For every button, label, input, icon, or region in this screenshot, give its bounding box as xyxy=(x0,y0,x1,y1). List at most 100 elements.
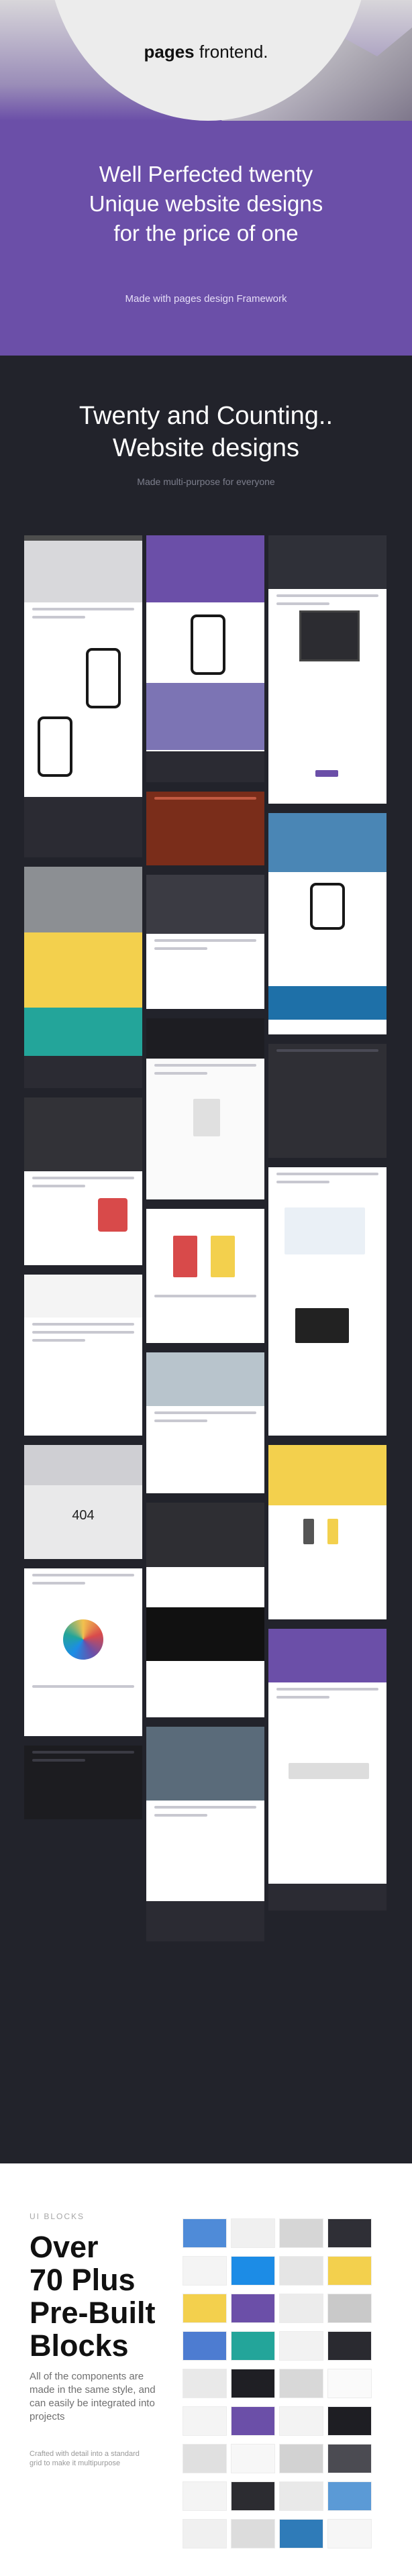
card-feature-band xyxy=(24,1008,142,1056)
card-footer xyxy=(24,1056,142,1088)
block-tile[interactable] xyxy=(279,2256,323,2286)
template-card[interactable] xyxy=(146,1503,264,1717)
hero-heading: Well Perfected twenty Unique website des… xyxy=(40,160,372,248)
block-tile[interactable] xyxy=(327,2369,372,2398)
template-card[interactable] xyxy=(24,867,142,1088)
block-tile[interactable] xyxy=(231,2444,275,2473)
block-tile[interactable] xyxy=(183,2218,227,2248)
blocks-title-line: Over xyxy=(30,2230,99,2264)
block-tile[interactable] xyxy=(231,2369,275,2398)
block-tile[interactable] xyxy=(327,2218,372,2248)
card-hero-image xyxy=(24,867,142,932)
brand-logo[interactable]: pages frontend. xyxy=(0,42,412,62)
block-tile[interactable] xyxy=(279,2331,323,2361)
card-hero-image xyxy=(24,1275,142,1318)
logo-sub: frontend. xyxy=(199,42,268,62)
block-tile[interactable] xyxy=(231,2481,275,2511)
template-card[interactable] xyxy=(146,1018,264,1199)
template-card[interactable] xyxy=(146,535,264,782)
template-card[interactable] xyxy=(24,535,142,857)
block-tile[interactable] xyxy=(183,2256,227,2286)
template-card[interactable] xyxy=(146,1209,264,1343)
card-product-image xyxy=(98,1198,127,1232)
glasses-image xyxy=(289,1763,369,1779)
block-tile[interactable] xyxy=(279,2444,323,2473)
template-card[interactable] xyxy=(146,875,264,1009)
laptop-mockup xyxy=(299,610,360,661)
block-tile[interactable] xyxy=(231,2218,275,2248)
card-footer xyxy=(24,797,142,857)
template-card[interactable] xyxy=(268,535,387,804)
block-tile[interactable] xyxy=(183,2369,227,2398)
template-card[interactable] xyxy=(268,1167,387,1436)
block-tile[interactable] xyxy=(279,2369,323,2398)
block-tile[interactable] xyxy=(183,2519,227,2548)
hero-heading-line: Well Perfected twenty xyxy=(99,162,313,186)
showcase-title-line: Twenty and Counting.. xyxy=(79,402,333,430)
card-hero-image xyxy=(146,1018,264,1059)
block-tile[interactable] xyxy=(327,2406,372,2436)
book-cover xyxy=(173,1236,197,1277)
card-nav xyxy=(24,535,142,541)
template-card[interactable] xyxy=(268,1445,387,1619)
showcase-subtitle: Made multi-purpose for everyone xyxy=(137,476,275,487)
template-card[interactable] xyxy=(146,792,264,865)
card-feature-band xyxy=(146,683,264,750)
template-card[interactable] xyxy=(24,1746,142,1819)
book-cover xyxy=(211,1236,235,1277)
template-column-left: 404 xyxy=(24,535,142,1829)
block-tile[interactable] xyxy=(327,2331,372,2361)
card-hero-image xyxy=(268,1445,387,1505)
block-tile[interactable] xyxy=(327,2444,372,2473)
template-card[interactable] xyxy=(24,1568,142,1736)
block-tile[interactable] xyxy=(279,2406,323,2436)
block-tile[interactable] xyxy=(327,2256,372,2286)
hero-banner: pages frontend. Well Perfected twenty Un… xyxy=(0,0,412,356)
block-tile[interactable] xyxy=(327,2294,372,2323)
card-footer xyxy=(24,1389,142,1436)
cta-button xyxy=(315,770,338,777)
template-card[interactable]: 404 xyxy=(24,1445,142,1559)
block-tile[interactable] xyxy=(183,2294,227,2323)
card-hero-image xyxy=(146,535,264,602)
phone-mockup xyxy=(86,648,121,708)
card-footer xyxy=(268,1884,387,1911)
template-card[interactable] xyxy=(24,1097,142,1265)
logo-main: pages xyxy=(144,42,195,62)
card-hero-image xyxy=(268,813,387,872)
template-card[interactable] xyxy=(268,1629,387,1911)
block-tile[interactable] xyxy=(327,2481,372,2511)
ui-blocks-section: UI BLOCKS Over 70 Plus Pre-Built Blocks … xyxy=(0,2163,412,2576)
card-hero-image xyxy=(146,1352,264,1406)
card-hero-image xyxy=(268,1629,387,1682)
block-tile[interactable] xyxy=(231,2256,275,2286)
block-tile[interactable] xyxy=(183,2481,227,2511)
template-card[interactable] xyxy=(268,1044,387,1158)
block-tile[interactable] xyxy=(231,2294,275,2323)
card-footer xyxy=(146,751,264,782)
product-bottle xyxy=(303,1519,314,1544)
laptop-mockup xyxy=(295,1308,349,1343)
template-card[interactable] xyxy=(268,813,387,1034)
block-tile[interactable] xyxy=(279,2294,323,2323)
block-tile[interactable] xyxy=(279,2519,323,2548)
block-tile[interactable] xyxy=(279,2481,323,2511)
template-card[interactable] xyxy=(24,1275,142,1436)
block-tile[interactable] xyxy=(231,2331,275,2361)
block-tile[interactable] xyxy=(183,2331,227,2361)
template-card[interactable] xyxy=(146,1727,264,1941)
card-product-image xyxy=(193,1099,220,1136)
block-tile[interactable] xyxy=(183,2406,227,2436)
blocks-description: All of the components are made in the sa… xyxy=(30,2371,156,2422)
blocks-title-line: Blocks xyxy=(30,2328,129,2363)
card-feature-band xyxy=(24,932,142,1008)
hero-subtitle: Made with pages design Framework xyxy=(125,293,287,305)
block-tile[interactable] xyxy=(327,2519,372,2548)
block-tile[interactable] xyxy=(231,2406,275,2436)
card-footer xyxy=(146,1901,264,1941)
block-tile[interactable] xyxy=(279,2218,323,2248)
block-tile[interactable] xyxy=(231,2519,275,2548)
block-tile[interactable] xyxy=(183,2444,227,2473)
card-hero-image xyxy=(285,1208,365,1254)
template-card[interactable] xyxy=(146,1352,264,1493)
